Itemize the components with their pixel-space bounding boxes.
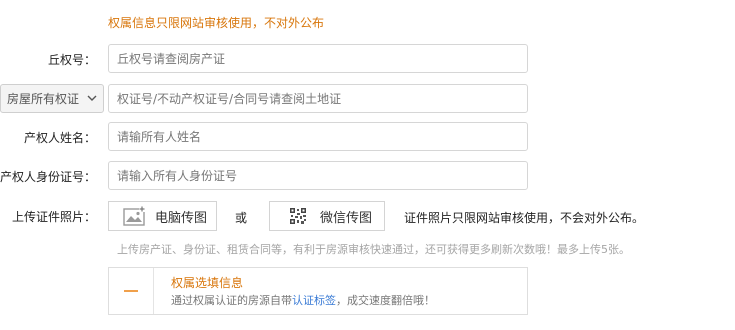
certificate-type-value: 房屋所有权证 — [7, 92, 80, 106]
verification-tag-link[interactable]: 认证标签 — [292, 294, 336, 307]
image-icon — [123, 206, 145, 226]
upload-pc-button[interactable]: 电脑传图 — [108, 201, 217, 231]
upload-pc-label: 电脑传图 — [155, 210, 208, 226]
optional-info-desc: 通过权属认证的房源自带认证标签，成交速度翻倍哦！ — [171, 292, 435, 308]
collapse-toggle[interactable] — [109, 268, 154, 314]
upload-tip: 上传房产证、身份证、租赁合同等，有利于房源审核快速通过，还可获得更多刷新次数哦！… — [117, 243, 630, 256]
optional-info-card[interactable]: 权属选填信息 通过权属认证的房源自带认证标签，成交速度翻倍哦！ — [108, 267, 528, 315]
owner-id-label: 产权人身份证号： — [0, 170, 96, 184]
upload-privacy-note: 证件照片只限网站审核使用，不会对外公布。 — [404, 211, 645, 225]
owner-id-input[interactable] — [108, 161, 528, 190]
upload-wechat-label: 微信传图 — [320, 210, 373, 226]
qr-code-icon — [289, 207, 307, 225]
upload-label: 上传证件照片： — [11, 210, 96, 224]
optional-info-title: 权属选填信息 — [171, 276, 244, 290]
qiquan-label: 丘权号： — [47, 53, 96, 67]
owner-name-label: 产权人姓名： — [23, 131, 96, 145]
minus-icon — [124, 290, 138, 292]
qiquan-input[interactable] — [108, 44, 528, 73]
optional-info-desc-prefix: 通过权属认证的房源自带 — [171, 294, 292, 307]
optional-info-desc-suffix: ，成交速度翻倍哦！ — [336, 294, 435, 307]
owner-name-input[interactable] — [108, 122, 528, 151]
upload-wechat-button[interactable]: 微信传图 — [269, 201, 385, 231]
chevron-down-icon — [87, 95, 97, 101]
privacy-notice: 权属信息只限网站审核使用，不对外公布 — [108, 16, 325, 30]
certificate-type-select[interactable]: 房屋所有权证 — [0, 84, 104, 113]
certificate-number-input[interactable] — [108, 84, 528, 113]
or-text: 或 — [235, 211, 248, 225]
